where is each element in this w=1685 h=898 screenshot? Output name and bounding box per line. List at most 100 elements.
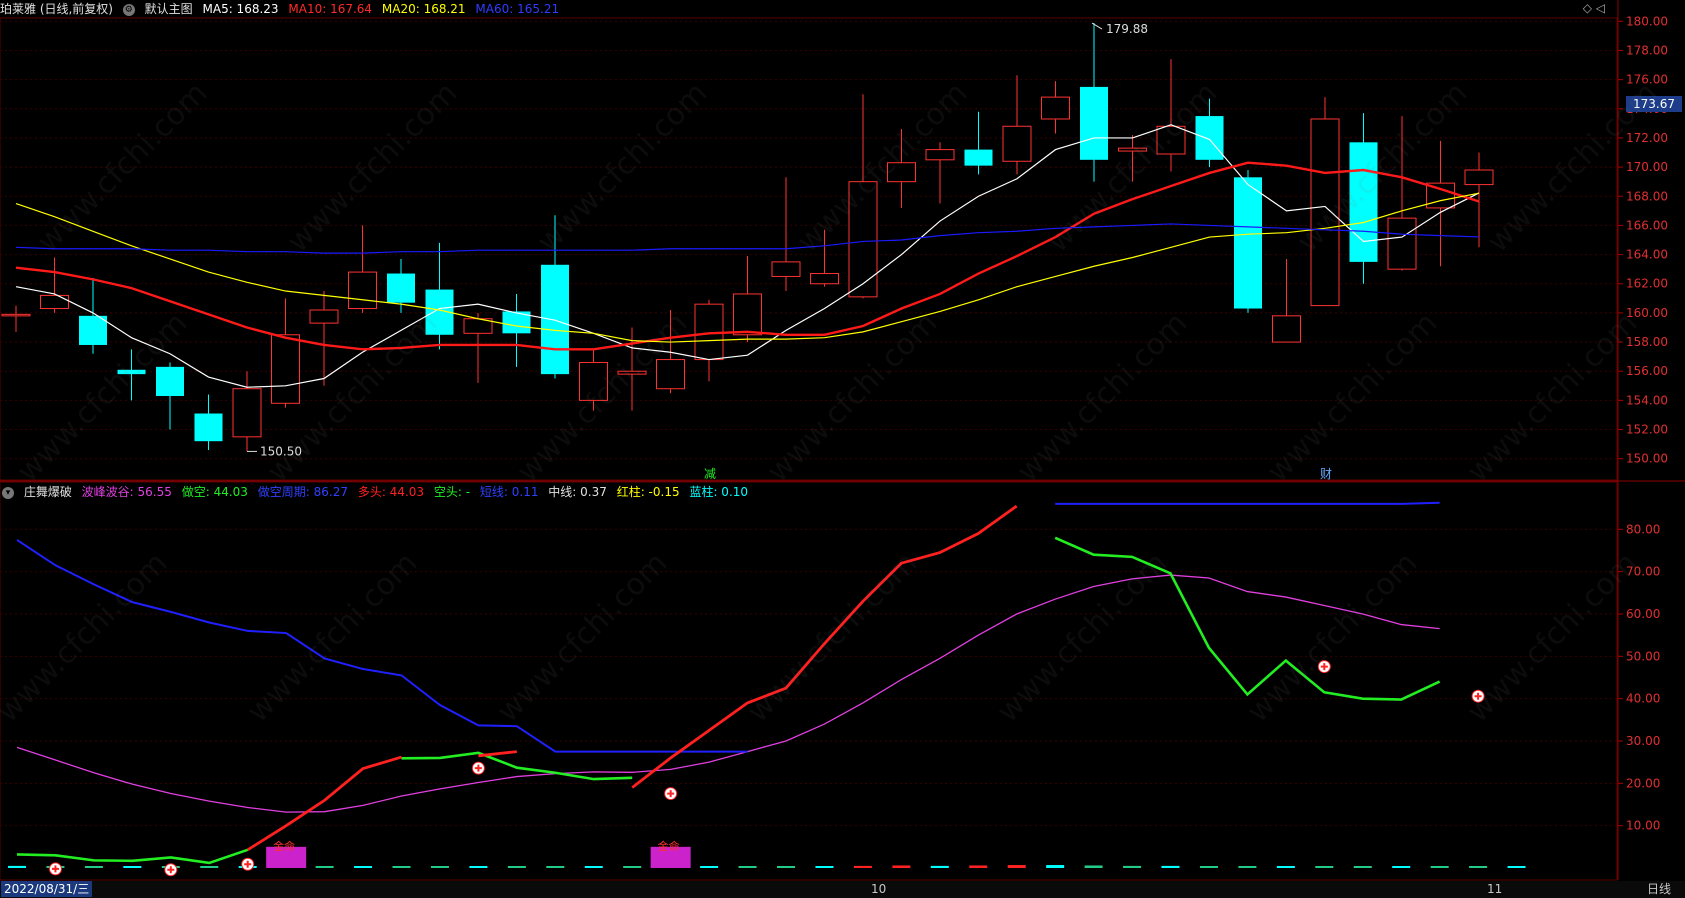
settings-icon[interactable]: ⚙: [122, 3, 135, 16]
candle-body-down: [541, 264, 569, 375]
indicator-bar: [1353, 866, 1372, 868]
indicator-tick-label: 70.00: [1626, 565, 1660, 579]
price-tick-label: 178.00: [1626, 43, 1668, 57]
candle-body-up: [887, 162, 916, 183]
indicator-header: ▾ 庄舞爆破 波峰波谷: 56.55 做空: 44.03 做空周期: 86.27…: [2, 483, 754, 501]
indicator-plot-frame: [0, 481, 1618, 881]
ma60-value: MA60: 165.21: [475, 2, 560, 16]
indicator-bar: [1392, 866, 1411, 868]
template-label[interactable]: 默认主图: [145, 2, 193, 16]
indicator-bar: [8, 865, 26, 868]
indicator-line: [401, 751, 633, 781]
date-tick-10: 10: [871, 882, 887, 896]
candle-body-up: [1156, 125, 1186, 155]
candle-body-up: [1002, 125, 1032, 162]
plus-signal-icon: [241, 857, 255, 871]
price-tick-label: 156.00: [1626, 364, 1668, 378]
chart-canvas[interactable]: 180.00178.00176.00174.00172.00170.00168.…: [0, 0, 1685, 898]
candle-body-up: [1118, 147, 1147, 152]
indicator-bar: [1084, 865, 1103, 868]
indicator-bar: [315, 866, 334, 868]
stock-chart-window: 180.00178.00176.00174.00172.00170.00168.…: [0, 0, 1685, 898]
plus-signal-icon: [1317, 660, 1331, 674]
candle-body-up: [1272, 315, 1301, 343]
candle-body-down: [194, 413, 223, 442]
period-label[interactable]: 日线: [1647, 881, 1671, 897]
indicator-bar: [1123, 865, 1142, 868]
candle-body-up: [1, 313, 31, 317]
candle-body-up: [1464, 169, 1494, 186]
indicator-tick-label: 30.00: [1626, 734, 1660, 748]
indicator-bar: [853, 865, 872, 868]
window-controls[interactable]: ◇ ◁: [1583, 1, 1605, 15]
candle-body-down: [117, 369, 146, 375]
date-axis: [0, 881, 1685, 898]
indicator-bar: [1161, 865, 1180, 868]
candle-body-up: [40, 294, 69, 310]
candle-body-up: [1041, 96, 1070, 120]
wave-value: 波峰波谷: 56.55: [81, 485, 172, 499]
candle-body-up: [309, 309, 339, 324]
indicator-tick-label: 50.00: [1626, 649, 1660, 663]
price-tick-label: 160.00: [1626, 306, 1668, 320]
candle-body-up: [733, 293, 762, 336]
candle-body-up: [579, 361, 608, 401]
ma5-value: MA5: 168.23: [202, 2, 279, 16]
signal-label: 金命: [658, 839, 680, 853]
signal-label: 金命: [273, 839, 295, 853]
indicator-bar: [969, 865, 988, 868]
indicator-line: [1055, 501, 1440, 505]
collapse-icon[interactable]: ▾: [2, 486, 14, 499]
low-price-label: 150.50: [260, 444, 302, 458]
price-tick-label: 172.00: [1626, 131, 1668, 145]
indicator-line: [16, 574, 1440, 813]
indicator-bar: [1238, 866, 1257, 868]
ma20-value: MA20: 168.21: [381, 2, 466, 16]
candle-body-up: [232, 388, 262, 438]
price-tick-label: 168.00: [1626, 189, 1668, 203]
indicator-bar: [815, 866, 834, 868]
long-value: 多头: 44.03: [357, 485, 425, 499]
current-price-tag: 173.67: [1626, 96, 1682, 112]
indicator-bar: [546, 866, 565, 868]
candle-body-up: [810, 273, 839, 285]
indicator-bar: [930, 865, 949, 868]
indicator-bar: [700, 866, 719, 868]
short-period-value: 做空周期: 86.27: [257, 485, 348, 499]
indicator-bar: [392, 866, 411, 868]
price-tick-label: 164.00: [1626, 248, 1668, 262]
indicator-tick-label: 40.00: [1626, 692, 1660, 706]
indicator-bar: [123, 866, 142, 868]
indicator-bar: [1007, 865, 1026, 868]
candle-body-up: [1310, 118, 1340, 307]
candle-body-up: [348, 271, 377, 310]
indicator-tick-label: 80.00: [1626, 522, 1660, 536]
date-start-label[interactable]: 2022/08/31/三: [1, 881, 93, 897]
price-tick-label: 150.00: [1626, 452, 1668, 466]
indicator-tick-label: 60.00: [1626, 607, 1660, 621]
price-tick-label: 158.00: [1626, 335, 1668, 349]
price-tick-label: 176.00: [1626, 73, 1668, 87]
candle-body-down: [964, 149, 993, 166]
ma10-value: MA10: 167.64: [288, 2, 373, 16]
indicator-tick-label: 20.00: [1626, 776, 1660, 790]
indicator-bar: [200, 866, 219, 868]
indicator-bar: [623, 866, 642, 868]
plus-signal-icon: [1471, 689, 1485, 703]
price-tick-label: 170.00: [1626, 160, 1668, 174]
stock-title[interactable]: 珀莱雅 (日线,前复权): [0, 2, 113, 16]
plus-signal-icon: [48, 862, 62, 876]
price-tick-label: 152.00: [1626, 423, 1668, 437]
candle-body-down: [156, 366, 184, 397]
main-chart-header: 珀莱雅 (日线,前复权) ⚙ 默认主图 MA5: 168.23 MA10: 16…: [0, 0, 565, 18]
shortline-value: 短线: 0.11: [479, 485, 539, 499]
candle-body-down: [1080, 86, 1108, 160]
indicator-bar: [354, 866, 373, 868]
indicator-bar: [1469, 866, 1488, 868]
indicator-title[interactable]: 庄舞爆破: [24, 485, 72, 499]
high-price-label: 179.88: [1106, 22, 1148, 36]
plus-signal-icon: [664, 787, 678, 801]
price-tick-label: 162.00: [1626, 277, 1668, 291]
indicator-bar: [892, 865, 911, 868]
plus-signal-icon: [164, 863, 178, 877]
